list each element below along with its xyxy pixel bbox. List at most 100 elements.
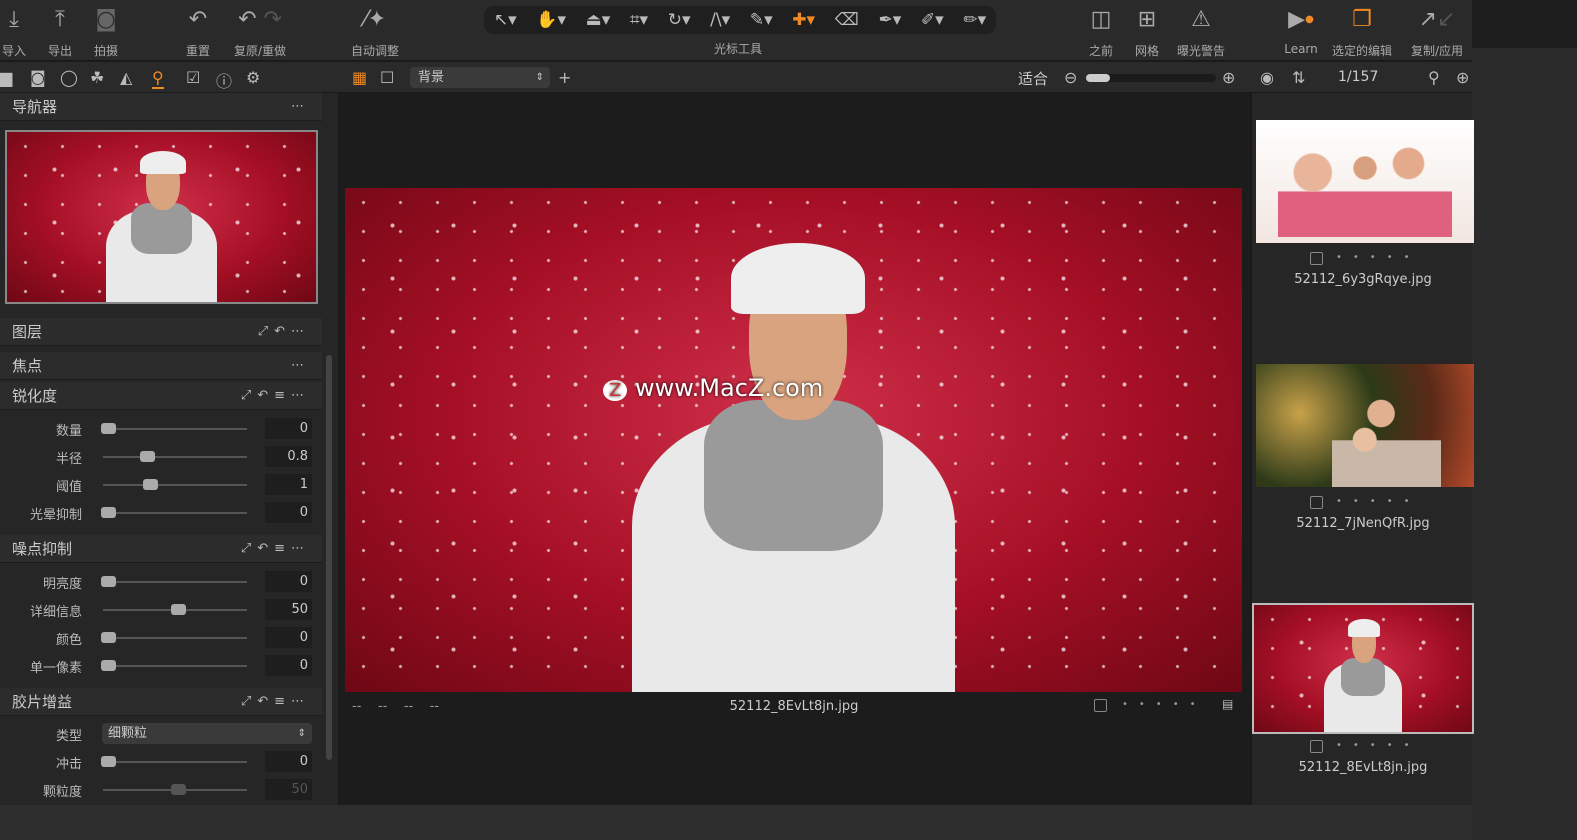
grid-view-icon[interactable]: ▦ bbox=[352, 68, 367, 87]
export-button[interactable]: ⤒ 导出 bbox=[44, 4, 76, 59]
auto-adjust-button[interactable]: ⁄✦ 自动调整 bbox=[346, 4, 404, 59]
library-tab-icon[interactable]: ▆ bbox=[0, 68, 12, 87]
slider-value-field[interactable]: 0 bbox=[265, 751, 312, 772]
slider-value-field[interactable]: 0 bbox=[265, 627, 312, 648]
star-rating[interactable]: ••••• bbox=[1122, 699, 1207, 710]
slider-knob[interactable] bbox=[101, 507, 116, 518]
single-view-icon[interactable]: ☐ bbox=[380, 68, 394, 87]
tool-actions-icon[interactable]: ⤢↶≡⋯ bbox=[241, 382, 310, 410]
exposure-tab-icon[interactable]: ◭ bbox=[120, 68, 132, 87]
annotate-icon[interactable]: ✐▾ bbox=[921, 10, 944, 30]
slider-value-field[interactable]: 1 bbox=[265, 474, 312, 495]
thumbnail-1[interactable] bbox=[1256, 120, 1474, 243]
slider-knob[interactable] bbox=[143, 479, 158, 490]
more-icon[interactable]: ⋯ bbox=[291, 93, 310, 121]
adjustments-tab-icon[interactable]: ☑ bbox=[186, 68, 200, 87]
learn-button[interactable]: ▶● Learn bbox=[1282, 4, 1320, 56]
slider-knob[interactable] bbox=[171, 784, 186, 795]
slider-knob[interactable] bbox=[101, 660, 116, 671]
layers-header[interactable]: 图层 ⤢↶⋯ bbox=[0, 318, 322, 346]
eye-icon[interactable]: ◉ bbox=[1260, 68, 1274, 87]
slider-track[interactable] bbox=[101, 660, 247, 671]
zoom-slider-knob[interactable] bbox=[1086, 74, 1110, 82]
slider-knob[interactable] bbox=[101, 576, 116, 587]
slider-value-field[interactable]: 0.8 bbox=[265, 446, 312, 467]
slider-track[interactable] bbox=[101, 576, 247, 587]
slider-value-field[interactable]: 0 bbox=[265, 655, 312, 676]
reset-button[interactable]: ↶ 重置 bbox=[182, 4, 214, 59]
slider-knob[interactable] bbox=[101, 756, 116, 767]
slider-knob[interactable] bbox=[171, 604, 186, 615]
sharpening-header[interactable]: 锐化度 ⤢↶≡⋯ bbox=[0, 382, 322, 410]
exposure-warning-button[interactable]: ⚠ 曝光警告 bbox=[1174, 4, 1228, 59]
navigator-preview[interactable] bbox=[5, 130, 318, 304]
select-checkbox[interactable] bbox=[1310, 496, 1323, 509]
pen-icon[interactable]: ✏▾ bbox=[963, 10, 986, 30]
metadata-tab-icon[interactable]: ⓘ bbox=[216, 68, 232, 92]
star-rating[interactable]: ••••• bbox=[1336, 740, 1421, 751]
viewer-tool-icon[interactable]: ⏏▾ bbox=[586, 10, 611, 30]
zoom-slider[interactable] bbox=[1086, 74, 1216, 82]
slider-knob[interactable] bbox=[101, 632, 116, 643]
capture-tab-icon[interactable]: ◙ bbox=[30, 68, 46, 87]
import-button[interactable]: ⤓ 导入 bbox=[0, 4, 28, 59]
selected-edits-button[interactable]: ❐ 选定的编辑 bbox=[1328, 4, 1396, 59]
pan-hand-icon[interactable]: ✋▾ bbox=[536, 10, 566, 30]
slider-value-field[interactable]: 0 bbox=[265, 418, 312, 439]
color-tab-icon[interactable]: ☘ bbox=[90, 68, 104, 87]
slider-knob[interactable] bbox=[101, 423, 116, 434]
keystone-icon[interactable]: /\▾ bbox=[710, 10, 730, 30]
capture-button[interactable]: ◙ 拍摄 bbox=[90, 4, 122, 59]
select-checkbox[interactable] bbox=[1310, 252, 1323, 265]
slider-track[interactable] bbox=[101, 632, 247, 643]
slider-track[interactable] bbox=[103, 451, 247, 462]
copy-apply-button[interactable]: ↗↙ 复制/应用 bbox=[1406, 4, 1468, 59]
sort-icon[interactable]: ⇅ bbox=[1292, 68, 1305, 87]
brush-icon[interactable]: ✎▾ bbox=[750, 10, 773, 30]
heal-icon[interactable]: ✚▾ bbox=[792, 10, 815, 30]
star-rating[interactable]: ••••• bbox=[1336, 496, 1421, 507]
crop-icon[interactable]: ⌗▾ bbox=[630, 10, 648, 30]
layer-select[interactable]: 背景 ⇕ bbox=[410, 67, 550, 88]
panel-scrollbar[interactable] bbox=[326, 355, 332, 760]
layer-actions-icon[interactable]: ⤢↶⋯ bbox=[258, 318, 310, 346]
select-cursor-icon[interactable]: ↖▾ bbox=[494, 10, 517, 30]
tool-actions-icon[interactable]: ⤢↶≡⋯ bbox=[241, 535, 310, 563]
focus-header[interactable]: 焦点 ⋯ bbox=[0, 352, 322, 380]
zoom-in-icon[interactable]: ⊕ bbox=[1222, 68, 1235, 87]
slider-track[interactable] bbox=[103, 604, 247, 615]
add-layer-icon[interactable]: + bbox=[558, 68, 571, 87]
slider-value-field[interactable]: 50 bbox=[265, 779, 312, 800]
slider-value-field[interactable]: 50 bbox=[265, 599, 312, 620]
slider-value-field[interactable]: 0 bbox=[265, 571, 312, 592]
more-icon[interactable]: ⋯ bbox=[291, 352, 310, 380]
select-checkbox[interactable] bbox=[1310, 740, 1323, 753]
zoom-out-icon[interactable]: ⊖ bbox=[1064, 68, 1077, 87]
thumbnail-2[interactable] bbox=[1256, 364, 1474, 487]
details-tab-icon[interactable]: ⚲ bbox=[152, 68, 164, 89]
slider-track[interactable] bbox=[103, 479, 247, 490]
grid-button[interactable]: ⊞ 网格 bbox=[1130, 4, 1164, 59]
slider-track[interactable] bbox=[103, 784, 247, 795]
main-image[interactable]: Z www.MacZ.com bbox=[345, 188, 1242, 692]
select-checkbox[interactable] bbox=[1094, 699, 1107, 712]
picker-icon[interactable]: ✒▾ bbox=[878, 10, 901, 30]
undo-redo-button[interactable]: ↶ ↷ 复原/重做 bbox=[228, 4, 292, 59]
zoom-fit-label[interactable]: 适合 bbox=[1018, 68, 1048, 89]
tool-actions-icon[interactable]: ⤢↶≡⋯ bbox=[241, 688, 310, 716]
search-icon[interactable]: ⚲ bbox=[1428, 68, 1440, 87]
settings-tab-icon[interactable]: ⚙ bbox=[246, 68, 260, 87]
star-rating[interactable]: ••••• bbox=[1336, 252, 1421, 263]
navigator-header[interactable]: 导航器 ⋯ bbox=[0, 93, 322, 121]
rotate-icon[interactable]: ↻▾ bbox=[668, 10, 691, 30]
thumbnail-3-selected[interactable] bbox=[1252, 603, 1474, 734]
slider-track[interactable] bbox=[101, 756, 247, 767]
slider-track[interactable] bbox=[101, 507, 247, 518]
before-button[interactable]: ◫ 之前 bbox=[1084, 4, 1118, 59]
slider-track[interactable] bbox=[101, 423, 247, 434]
slider-knob[interactable] bbox=[140, 451, 156, 462]
filmstrip-zoom-icon[interactable]: ⊕ bbox=[1456, 68, 1469, 87]
film-grain-header[interactable]: 胶片增益 ⤢↶≡⋯ bbox=[0, 688, 322, 716]
eraser-icon[interactable]: ⌫ bbox=[835, 10, 859, 30]
slider-value-field[interactable]: 0 bbox=[265, 502, 312, 523]
